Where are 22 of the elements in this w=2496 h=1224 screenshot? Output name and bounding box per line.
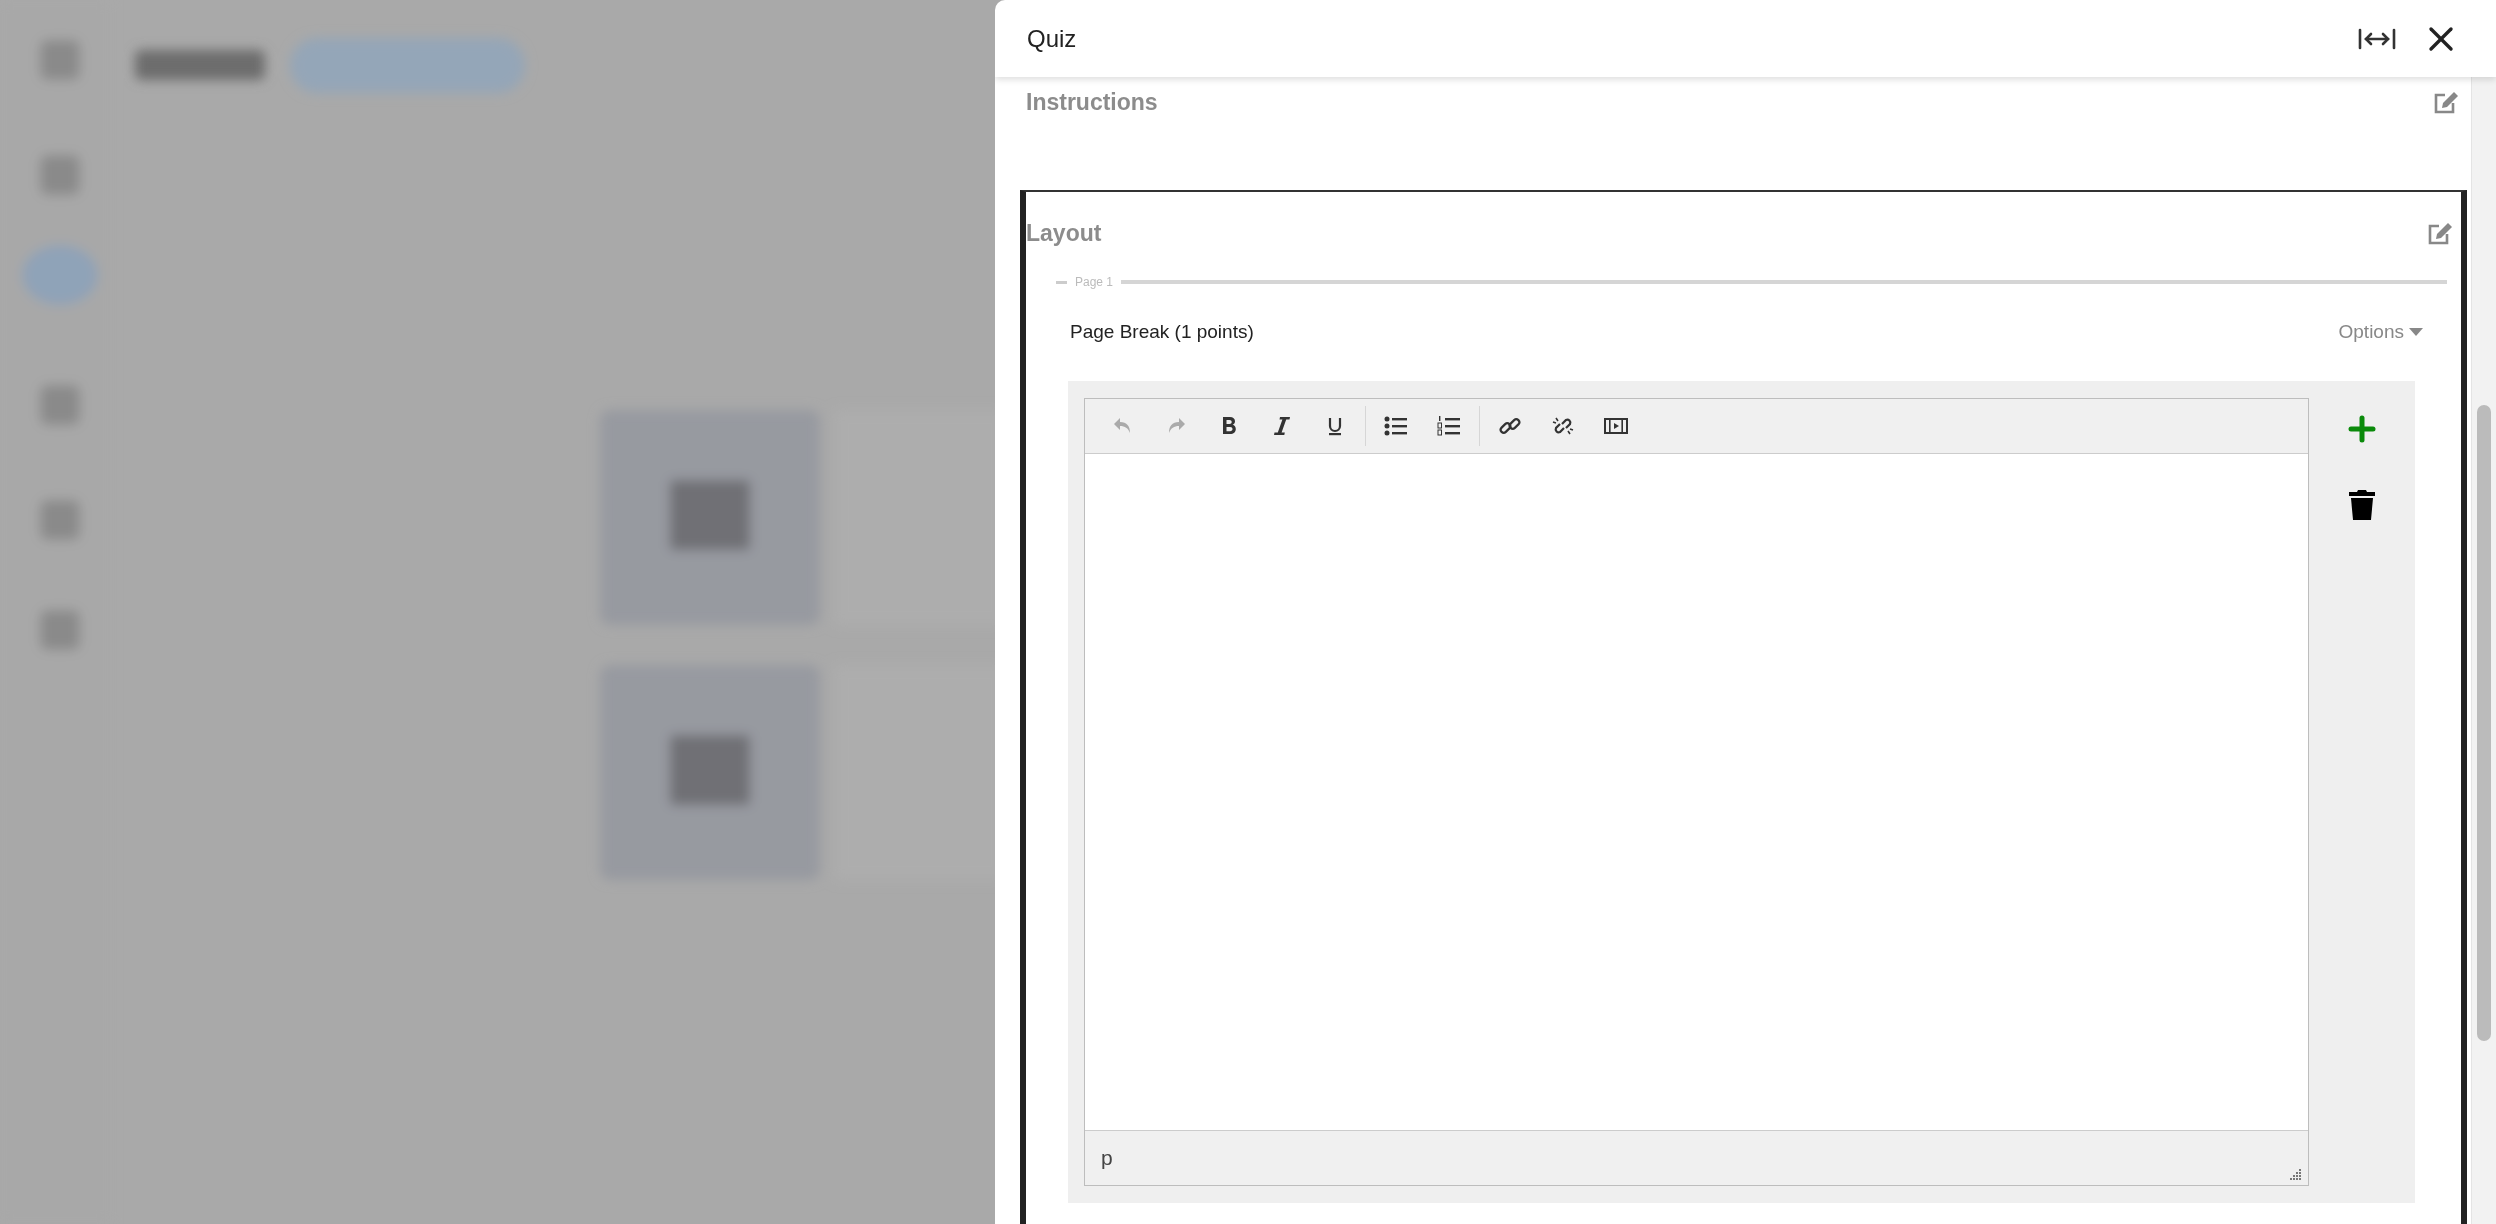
numbered-list-icon[interactable] xyxy=(1437,415,1461,437)
resize-handle-icon[interactable] xyxy=(2288,1167,2302,1181)
scrollbar[interactable] xyxy=(2471,77,2496,1224)
edit-icon[interactable] xyxy=(2427,222,2453,246)
expand-width-icon[interactable] xyxy=(2358,26,2396,51)
question-title: Page Break (1 points) xyxy=(1070,321,1254,343)
window-title: Quiz xyxy=(1027,24,1077,53)
page-label: Page 1 xyxy=(1075,275,1114,289)
trash-icon[interactable] xyxy=(2348,489,2376,521)
options-dropdown[interactable]: Options xyxy=(2338,321,2423,343)
bullet-list-icon[interactable] xyxy=(1384,415,1408,437)
unlink-icon[interactable] xyxy=(1551,415,1575,437)
close-icon[interactable] xyxy=(2428,25,2454,52)
section-heading: Layout xyxy=(1026,220,1102,247)
edit-icon[interactable] xyxy=(2433,91,2459,115)
caret-icon[interactable] xyxy=(2409,327,2423,337)
add-icon[interactable] xyxy=(2348,415,2376,443)
link-icon[interactable] xyxy=(1498,415,1522,437)
section-heading: Instructions xyxy=(1026,89,1158,116)
film-icon[interactable] xyxy=(1604,415,1628,437)
italic-icon[interactable] xyxy=(1271,415,1293,437)
element-path: p xyxy=(1101,1146,1113,1170)
